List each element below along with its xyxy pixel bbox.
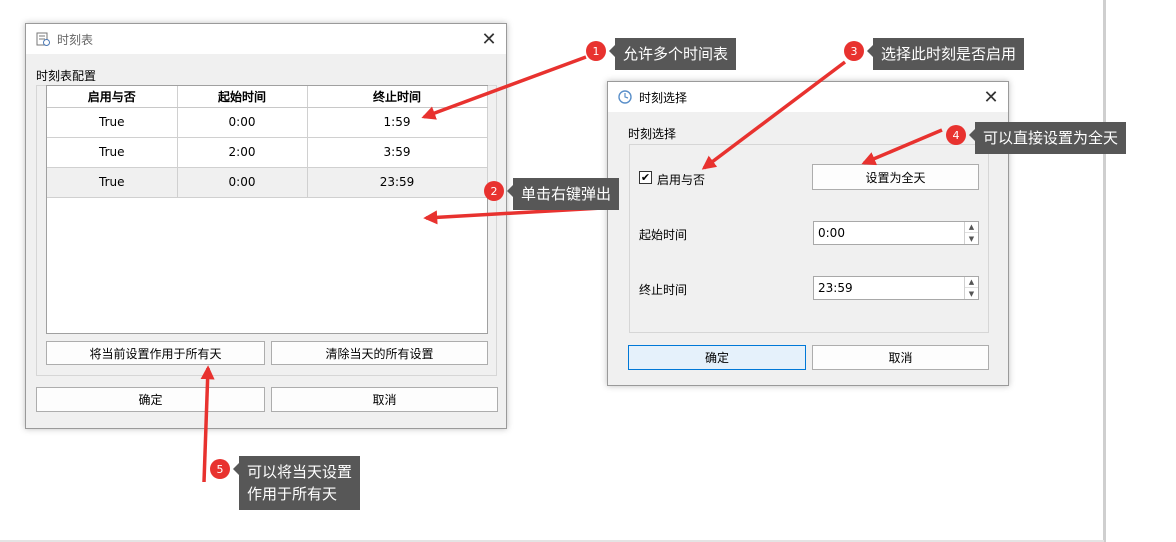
cancel-button[interactable]: 取消: [812, 345, 989, 370]
start-time-arrows: ▲ ▼: [964, 222, 978, 244]
table-row[interactable]: True 0:00 23:59: [47, 167, 488, 198]
schedule-title: 时刻表: [57, 32, 94, 47]
time-select-title: 时刻选择: [639, 90, 688, 105]
cell-enabled[interactable]: True: [47, 137, 178, 168]
end-time-label: 终止时间: [639, 283, 688, 297]
enable-label: 启用与否: [657, 173, 706, 187]
page-right-edge: [1103, 0, 1106, 542]
cell-end[interactable]: 23:59: [307, 167, 488, 198]
end-time-arrows: ▲ ▼: [964, 277, 978, 299]
cell-start[interactable]: 0:00: [177, 167, 308, 198]
callout-badge: 5: [210, 459, 230, 479]
time-select-window-icon: [617, 89, 633, 105]
callout-text: 单击右键弹出: [513, 178, 620, 210]
callout-badge: 4: [946, 125, 966, 145]
table-row[interactable]: True 2:00 3:59: [47, 137, 488, 168]
spin-up-icon[interactable]: ▲: [965, 222, 978, 233]
callout-1: 1 允许多个时间表: [586, 38, 737, 70]
time-group-label: 时刻选择: [628, 127, 677, 141]
clear-day-settings-button[interactable]: 清除当天的所有设置: [271, 341, 488, 365]
table-header-row: 启用与否 起始时间 终止时间: [47, 86, 488, 108]
callout-text: 选择此时刻是否启用: [873, 38, 1025, 70]
start-time-label: 起始时间: [639, 228, 688, 242]
close-icon[interactable]: ✕: [978, 84, 1004, 110]
enable-checkbox[interactable]: ✔: [639, 171, 652, 184]
schedule-window-icon: [35, 31, 51, 47]
cell-end[interactable]: 1:59: [307, 107, 488, 138]
column-header[interactable]: 起始时间: [177, 86, 308, 108]
schedule-titlebar: 时刻表 ✕: [26, 24, 506, 54]
schedule-dialog: 时刻表 ✕ 时刻表配置 启用与否 起始时间 终止时间 True 0:00 1:5…: [25, 23, 507, 429]
start-time-spinbox[interactable]: 0:00 ▲ ▼: [813, 221, 979, 245]
callout-3: 3 选择此时刻是否启用: [844, 38, 1025, 70]
cell-end[interactable]: 3:59: [307, 137, 488, 168]
apply-to-all-days-button[interactable]: 将当前设置作用于所有天: [46, 341, 265, 365]
start-time-value[interactable]: 0:00: [818, 226, 845, 240]
callout-badge: 2: [484, 181, 504, 201]
ok-button[interactable]: 确定: [36, 387, 265, 412]
column-header[interactable]: 终止时间: [307, 86, 488, 108]
callout-5: 5 可以将当天设置 作用于所有天: [210, 456, 361, 510]
spin-down-icon[interactable]: ▼: [965, 233, 978, 244]
table-row[interactable]: True 0:00 1:59: [47, 107, 488, 138]
schedule-group-label: 时刻表配置: [36, 69, 97, 83]
close-icon[interactable]: ✕: [476, 26, 502, 52]
cell-enabled[interactable]: True: [47, 167, 178, 198]
callout-text: 可以将当天设置 作用于所有天: [239, 456, 361, 510]
callout-text: 允许多个时间表: [615, 38, 737, 70]
callout-2: 2 单击右键弹出: [484, 178, 620, 210]
time-select-titlebar: 时刻选择 ✕: [608, 82, 1008, 112]
callout-4: 4 可以直接设置为全天: [946, 122, 1127, 154]
spin-up-icon[interactable]: ▲: [965, 277, 978, 288]
callout-text: 可以直接设置为全天: [975, 122, 1127, 154]
ok-button[interactable]: 确定: [628, 345, 806, 370]
column-header[interactable]: 启用与否: [47, 86, 178, 108]
cell-enabled[interactable]: True: [47, 107, 178, 138]
cell-start[interactable]: 2:00: [177, 137, 308, 168]
callout-badge: 1: [586, 41, 606, 61]
cancel-button[interactable]: 取消: [271, 387, 498, 412]
set-all-day-button[interactable]: 设置为全天: [812, 164, 979, 190]
end-time-spinbox[interactable]: 23:59 ▲ ▼: [813, 276, 979, 300]
callout-badge: 3: [844, 41, 864, 61]
spin-down-icon[interactable]: ▼: [965, 288, 978, 299]
check-icon: ✔: [640, 171, 651, 184]
schedule-table: 启用与否 起始时间 终止时间 True 0:00 1:59 True 2:00 …: [47, 86, 488, 198]
cell-start[interactable]: 0:00: [177, 107, 308, 138]
end-time-value[interactable]: 23:59: [818, 281, 853, 295]
